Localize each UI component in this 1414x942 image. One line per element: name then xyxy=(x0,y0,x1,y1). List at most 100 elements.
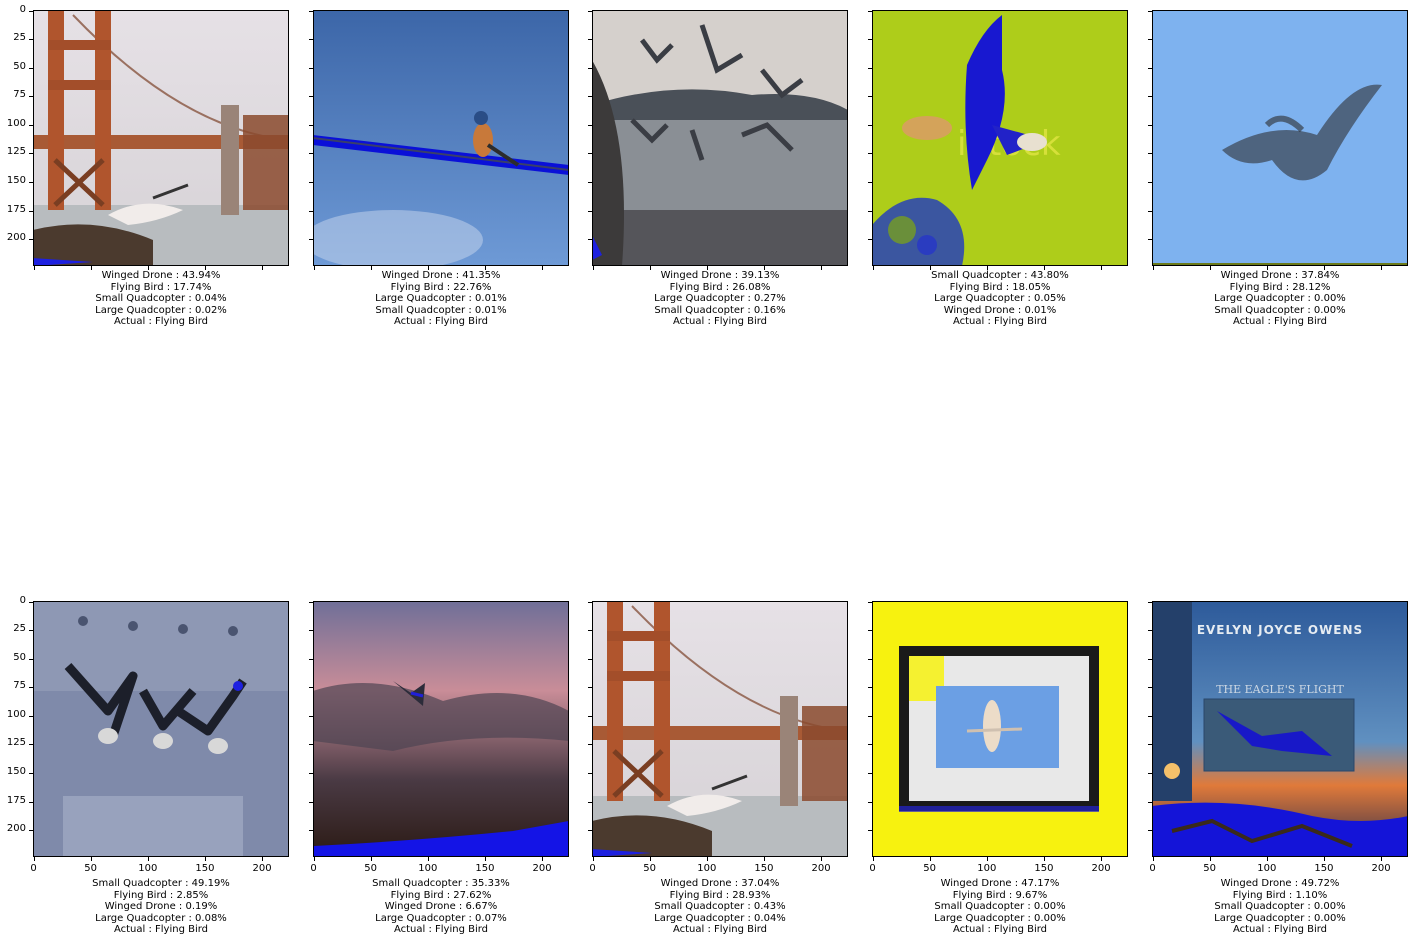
panel-image xyxy=(872,601,1128,857)
y-tick-mark xyxy=(29,801,33,803)
x-axis: 0 50 100 150 200 xyxy=(310,857,569,874)
y-tick-mark xyxy=(309,39,313,41)
y-tick-mark xyxy=(309,772,313,774)
prediction-line: Flying Bird : 22.76% xyxy=(390,281,492,293)
actual-label: Actual : Flying Bird xyxy=(1232,316,1328,327)
y-tick-mark xyxy=(588,772,592,774)
y-tick-mark xyxy=(309,239,313,241)
x-tick-mark xyxy=(484,857,486,861)
panel-image-artwork xyxy=(34,11,288,265)
prediction-line: Large Quadcopter : 0.00% xyxy=(1214,293,1346,304)
prediction-line: Flying Bird : 18.05% xyxy=(949,281,1051,293)
x-tick-label: 0 xyxy=(30,863,37,874)
panel-image xyxy=(592,601,848,857)
y-axis xyxy=(556,10,592,266)
actual-label: Actual : Flying Bird xyxy=(393,316,489,327)
prediction-line: Winged Drone : 0.01% xyxy=(943,304,1057,316)
prediction-line: Large Quadcopter : 0.07% xyxy=(375,912,507,924)
y-tick-mark xyxy=(1148,210,1152,212)
x-tick-mark xyxy=(313,857,315,861)
y-axis xyxy=(556,601,592,857)
y-tick-mark xyxy=(1148,801,1152,803)
prediction-caption: Winged Drone : 37.04% Flying Bird : 28.93… xyxy=(572,878,868,936)
panel-image-artwork: EVELYN JOYCE OWENS THE EAGLE'S FLIGHT xyxy=(1153,602,1407,856)
y-tick-mark xyxy=(309,181,313,183)
x-tick-label: 100 xyxy=(138,863,158,874)
actual-label: Actual : Flying Bird xyxy=(113,924,209,935)
y-tick-mark xyxy=(29,210,33,212)
y-tick-label: 25 xyxy=(13,623,26,635)
x-tick-mark xyxy=(262,857,264,861)
prediction-line: Small Quadcopter : 0.00% xyxy=(1214,304,1346,316)
y-tick-mark xyxy=(309,601,313,603)
actual-label: Actual : Flying Bird xyxy=(113,316,209,327)
y-tick-mark xyxy=(1148,687,1152,689)
x-axis: 0 50 100 150 200 xyxy=(589,857,848,874)
panel-image xyxy=(33,10,289,266)
y-axis: 0 25 50 75 100 125 150 175 200 xyxy=(0,595,33,857)
image-panel: 0 25 50 75 100 125 150 175 200 Winged Drone : 43.… xyxy=(7,4,289,327)
prediction-line: Winged Drone : 39.13% xyxy=(660,270,780,281)
prediction-line: Winged Drone : 43.94% xyxy=(101,270,221,281)
prediction-caption: Winged Drone : 49.72% Flying Bird : 1.10%… xyxy=(1132,878,1414,936)
prediction-line: Large Quadcopter : 0.00% xyxy=(1214,912,1346,924)
actual-label: Actual : Flying Bird xyxy=(952,316,1048,327)
actual-label: Actual : Flying Bird xyxy=(672,316,768,327)
y-tick-label: 125 xyxy=(6,737,26,749)
prediction-line: Small Quadcopter : 0.00% xyxy=(1214,901,1346,912)
x-tick-mark xyxy=(33,857,35,861)
x-tick-label: 50 xyxy=(643,863,656,874)
prediction-caption: Small Quadcopter : 35.33% Flying Bird : 2… xyxy=(293,878,589,936)
panel-image-artwork: iStock xyxy=(873,11,1127,265)
y-tick-mark xyxy=(588,10,592,12)
prediction-line: Flying Bird : 17.74% xyxy=(110,281,212,293)
y-tick-mark xyxy=(1148,239,1152,241)
prediction-caption: Winged Drone : 47.17% Flying Bird : 9.67%… xyxy=(852,878,1148,936)
y-tick-mark xyxy=(1148,772,1152,774)
y-tick-mark xyxy=(868,239,872,241)
x-tick-mark xyxy=(821,857,823,861)
x-tick-label: 100 xyxy=(418,863,438,874)
y-tick-mark xyxy=(29,744,33,746)
panel-image: EVELYN JOYCE OWENS THE EAGLE'S FLIGHT xyxy=(1152,601,1408,857)
y-tick-mark xyxy=(1148,744,1152,746)
y-tick-label: 25 xyxy=(13,32,26,44)
y-tick-label: 0 xyxy=(19,594,26,606)
y-tick-mark xyxy=(1148,181,1152,183)
y-tick-mark xyxy=(868,210,872,212)
x-tick-label: 150 xyxy=(475,863,495,874)
y-tick-mark xyxy=(868,630,872,632)
panel-image-artwork xyxy=(873,602,1127,856)
image-panel: 0 25 50 75 100 125 150 175 200 0 50 100 150 200 Small … xyxy=(7,595,289,935)
y-tick-mark xyxy=(29,124,33,126)
prediction-line: Flying Bird : 26.08% xyxy=(669,281,771,293)
x-tick-mark xyxy=(649,857,651,861)
y-axis xyxy=(836,601,872,857)
x-tick-label: 150 xyxy=(1034,863,1054,874)
y-tick-label: 100 xyxy=(6,708,26,720)
y-tick-mark xyxy=(309,687,313,689)
x-tick-mark xyxy=(872,857,874,861)
x-tick-mark xyxy=(147,857,149,861)
y-tick-mark xyxy=(868,67,872,69)
prediction-caption: Winged Drone : 43.94% Flying Bird : 17.74… xyxy=(13,270,309,328)
y-tick-mark xyxy=(588,239,592,241)
y-tick-mark xyxy=(1148,153,1152,155)
y-tick-mark xyxy=(29,67,33,69)
y-tick-mark xyxy=(29,601,33,603)
y-tick-mark xyxy=(29,687,33,689)
x-tick-label: 150 xyxy=(754,863,774,874)
prediction-line: Winged Drone : 37.84% xyxy=(1220,270,1340,281)
y-tick-label: 200 xyxy=(6,232,26,244)
y-tick-mark xyxy=(868,772,872,774)
prediction-caption: Winged Drone : 37.84% Flying Bird : 28.12… xyxy=(1132,270,1414,328)
x-tick-label: 150 xyxy=(195,863,215,874)
prediction-line: Flying Bird : 27.62% xyxy=(390,889,492,901)
x-tick-mark xyxy=(763,857,765,861)
y-tick-mark xyxy=(29,630,33,632)
y-tick-mark xyxy=(588,124,592,126)
y-tick-mark xyxy=(588,658,592,660)
x-tick-mark xyxy=(986,857,988,861)
y-tick-mark xyxy=(868,687,872,689)
x-tick-mark xyxy=(427,857,429,861)
